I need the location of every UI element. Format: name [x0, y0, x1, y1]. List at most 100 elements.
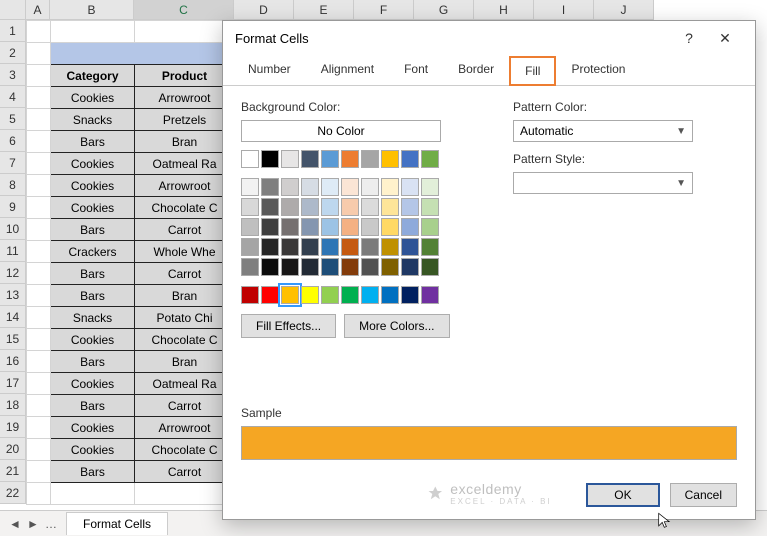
col-header-I[interactable]: I	[534, 0, 594, 20]
color-swatch[interactable]	[261, 258, 279, 276]
cell[interactable]	[27, 131, 51, 153]
color-swatch[interactable]	[421, 150, 439, 168]
color-swatch[interactable]	[341, 150, 359, 168]
color-swatch[interactable]	[341, 238, 359, 256]
color-swatch[interactable]	[241, 178, 259, 196]
color-swatch[interactable]	[421, 286, 439, 304]
color-swatch[interactable]	[341, 198, 359, 216]
color-swatch[interactable]	[301, 218, 319, 236]
color-swatch[interactable]	[261, 178, 279, 196]
cell[interactable]	[51, 21, 135, 43]
color-swatch[interactable]	[241, 198, 259, 216]
cell[interactable]: Bars	[51, 285, 135, 307]
cell[interactable]	[27, 461, 51, 483]
color-swatch[interactable]	[321, 198, 339, 216]
color-swatch[interactable]	[421, 238, 439, 256]
cell[interactable]: Potato Chi	[135, 307, 235, 329]
cell[interactable]: Bran	[135, 351, 235, 373]
row-header-19[interactable]: 19	[0, 416, 26, 438]
cell[interactable]: Snacks	[51, 109, 135, 131]
color-swatch[interactable]	[321, 218, 339, 236]
row-header-17[interactable]: 17	[0, 372, 26, 394]
col-header-B[interactable]: B	[50, 0, 134, 20]
cell[interactable]: Oatmeal Ra	[135, 153, 235, 175]
cell[interactable]	[27, 263, 51, 285]
color-swatch[interactable]	[261, 218, 279, 236]
tab-border[interactable]: Border	[443, 55, 509, 85]
cell[interactable]: Carrot	[135, 219, 235, 241]
row-header-6[interactable]: 6	[0, 130, 26, 152]
color-swatch[interactable]	[341, 258, 359, 276]
cell[interactable]	[27, 175, 51, 197]
col-header-C[interactable]: C	[134, 0, 234, 20]
color-swatch[interactable]	[401, 238, 419, 256]
tab-font[interactable]: Font	[389, 55, 443, 85]
row-header-20[interactable]: 20	[0, 438, 26, 460]
col-header-F[interactable]: F	[354, 0, 414, 20]
color-swatch[interactable]	[361, 218, 379, 236]
cell[interactable]	[27, 329, 51, 351]
ok-button[interactable]: OK	[586, 483, 659, 507]
row-header-4[interactable]: 4	[0, 86, 26, 108]
row-header-15[interactable]: 15	[0, 328, 26, 350]
cell[interactable]	[135, 483, 235, 505]
color-swatch[interactable]	[401, 286, 419, 304]
cell[interactable]: Bran	[135, 131, 235, 153]
color-swatch[interactable]	[401, 150, 419, 168]
cell[interactable]: Category	[51, 65, 135, 87]
row-header-11[interactable]: 11	[0, 240, 26, 262]
color-swatch[interactable]	[421, 258, 439, 276]
cell[interactable]	[27, 43, 51, 65]
cell[interactable]	[135, 21, 235, 43]
sheet-next-icon[interactable]: ►	[24, 517, 42, 531]
tab-number[interactable]: Number	[233, 55, 306, 85]
color-swatch[interactable]	[321, 178, 339, 196]
help-icon[interactable]: ?	[671, 24, 707, 52]
col-header-D[interactable]: D	[234, 0, 294, 20]
color-swatch[interactable]	[281, 150, 299, 168]
cell[interactable]: Bars	[51, 131, 135, 153]
cell[interactable]: Cookies	[51, 417, 135, 439]
cell[interactable]	[27, 483, 51, 505]
color-swatch[interactable]	[381, 238, 399, 256]
color-swatch[interactable]	[361, 286, 379, 304]
cell[interactable]: Cookies	[51, 373, 135, 395]
color-swatch[interactable]	[361, 150, 379, 168]
color-swatch[interactable]	[381, 178, 399, 196]
sheet-tab-active[interactable]: Format Cells	[66, 512, 168, 535]
color-swatch[interactable]	[401, 198, 419, 216]
color-swatch[interactable]	[361, 238, 379, 256]
color-swatch[interactable]	[341, 178, 359, 196]
color-swatch[interactable]	[261, 286, 279, 304]
col-header-E[interactable]: E	[294, 0, 354, 20]
col-header-A[interactable]: A	[26, 0, 50, 20]
cell[interactable]: Carrot	[135, 461, 235, 483]
cell[interactable]: Cookies	[51, 329, 135, 351]
cell[interactable]	[27, 21, 51, 43]
color-swatch[interactable]	[321, 150, 339, 168]
color-swatch[interactable]	[301, 178, 319, 196]
color-swatch[interactable]	[341, 218, 359, 236]
cell[interactable]	[27, 219, 51, 241]
fill-effects-button[interactable]: Fill Effects...	[241, 314, 336, 338]
row-header-16[interactable]: 16	[0, 350, 26, 372]
color-swatch[interactable]	[421, 218, 439, 236]
color-swatch[interactable]	[381, 198, 399, 216]
color-swatch[interactable]	[281, 258, 299, 276]
sheet-prev-icon[interactable]: ◄	[6, 517, 24, 531]
more-colors-button[interactable]: More Colors...	[344, 314, 449, 338]
cell[interactable]: Bars	[51, 395, 135, 417]
pattern-style-combo[interactable]: ▼	[513, 172, 693, 194]
color-swatch[interactable]	[361, 258, 379, 276]
color-swatch[interactable]	[321, 286, 339, 304]
cell[interactable]: Cookies	[51, 439, 135, 461]
row-header-14[interactable]: 14	[0, 306, 26, 328]
row-header-5[interactable]: 5	[0, 108, 26, 130]
color-swatch[interactable]	[241, 286, 259, 304]
cell[interactable]	[27, 87, 51, 109]
row-header-13[interactable]: 13	[0, 284, 26, 306]
row-header-21[interactable]: 21	[0, 460, 26, 482]
row-header-18[interactable]: 18	[0, 394, 26, 416]
no-color-button[interactable]: No Color	[241, 120, 441, 142]
cell[interactable]: Cookies	[51, 153, 135, 175]
